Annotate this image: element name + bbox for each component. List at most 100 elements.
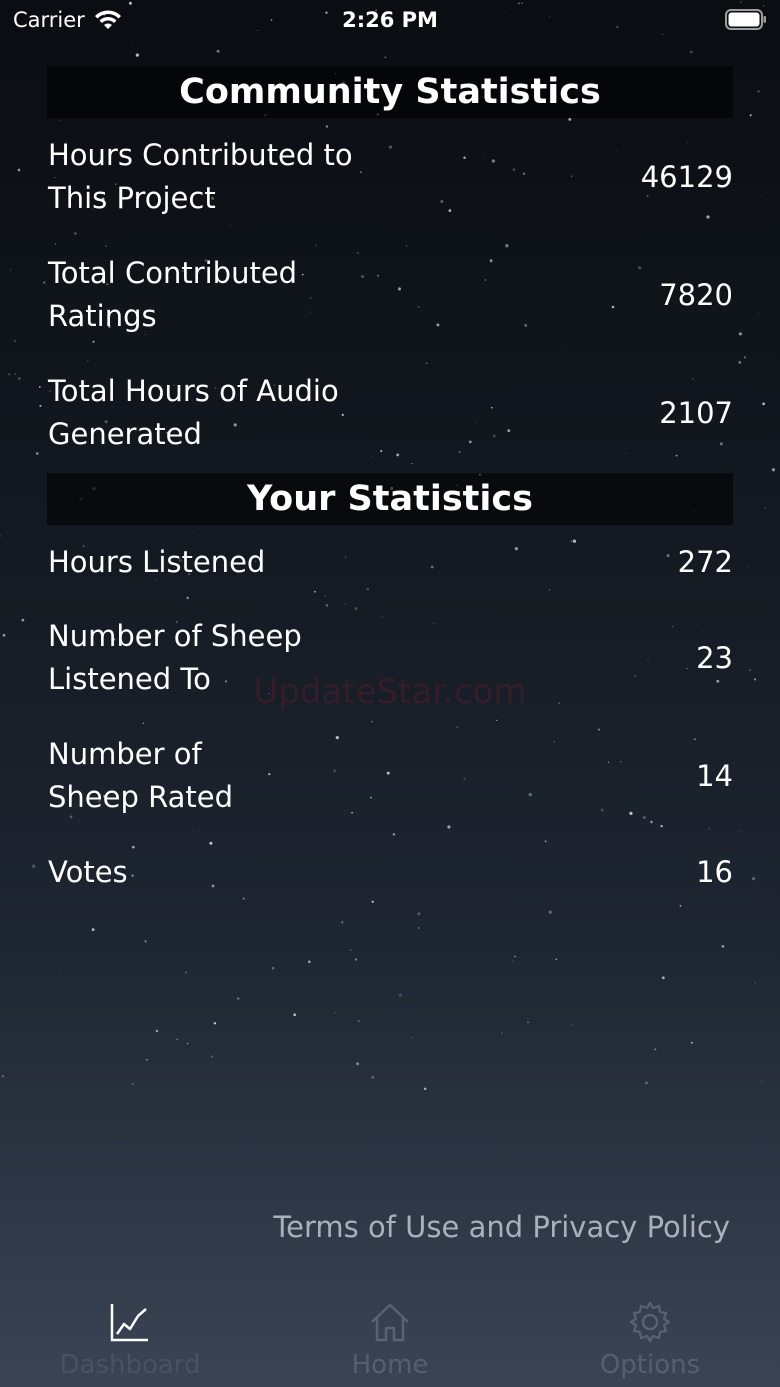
star: [38, 386, 41, 388]
star: [105, 245, 108, 248]
tab-label: Home: [351, 1350, 429, 1380]
star: [230, 225, 231, 227]
tab-home[interactable]: Home: [260, 1290, 520, 1387]
stat-label: Hours Contributed to This Project: [48, 138, 353, 215]
stat-value: 14: [696, 758, 733, 793]
star: [2, 633, 6, 637]
star: [514, 955, 516, 958]
stat-value: 272: [677, 544, 733, 579]
star: [73, 232, 77, 235]
star: [7, 372, 11, 376]
stat-label: Votes: [48, 854, 128, 889]
tab-label: Dashboard: [59, 1350, 201, 1380]
star: [9, 269, 12, 271]
star: [371, 1075, 375, 1079]
your-statistics-header: Your Statistics: [47, 473, 733, 525]
star: [456, 725, 459, 729]
star: [293, 1013, 297, 1017]
star: [216, 49, 220, 53]
tab-dashboard[interactable]: Dashboard: [0, 1290, 260, 1387]
star: [14, 373, 16, 375]
star: [0, 534, 2, 537]
stat-value: 2107: [659, 395, 733, 430]
star: [496, 719, 498, 722]
star: [334, 1012, 336, 1014]
star: [426, 362, 428, 364]
star: [749, 114, 752, 117]
star: [186, 1042, 189, 1045]
star: [91, 928, 95, 932]
star: [548, 589, 551, 591]
star: [757, 89, 760, 93]
star: [211, 1055, 214, 1058]
star: [186, 596, 189, 600]
star: [237, 997, 240, 1000]
star: [54, 243, 57, 245]
star: [512, 960, 514, 963]
star: [324, 595, 326, 597]
star: [229, 1097, 231, 1099]
star: [354, 958, 358, 961]
star: [564, 351, 566, 353]
stat-row-hours-listened: Hours Listened 272: [48, 540, 733, 584]
star: [35, 452, 39, 455]
star: [759, 194, 761, 197]
star: [744, 356, 746, 359]
star: [749, 669, 751, 671]
star: [371, 900, 374, 903]
tab-options[interactable]: Options: [520, 1290, 780, 1387]
star: [771, 468, 776, 472]
star: [597, 728, 600, 731]
star: [708, 828, 710, 830]
star: [751, 876, 756, 881]
star: [661, 976, 665, 980]
star: [142, 722, 145, 724]
star: [21, 618, 25, 622]
star: [660, 824, 663, 828]
star: [754, 982, 756, 984]
star: [341, 921, 344, 924]
star: [325, 125, 329, 128]
stat-row-audio-generated: Total Hours of Audio Generated 2107: [48, 370, 733, 456]
star: [370, 720, 373, 723]
tab-bar: Dashboard Home Options: [0, 1290, 780, 1387]
star: [58, 119, 61, 122]
star: [17, 168, 21, 172]
star: [356, 1062, 360, 1066]
star: [757, 313, 760, 315]
terms-privacy-link[interactable]: Terms of Use and Privacy Policy: [273, 1210, 730, 1244]
stat-value: 7820: [659, 277, 733, 312]
star: [501, 1032, 503, 1034]
watermark: UpdateStar.com: [253, 672, 527, 712]
chart-line-icon: [110, 1304, 148, 1342]
star: [242, 897, 245, 900]
star: [645, 1081, 648, 1085]
star: [357, 1019, 360, 1023]
star: [366, 587, 369, 591]
stat-label: Hours Listened: [48, 544, 266, 579]
star: [761, 1081, 763, 1083]
star: [690, 1041, 693, 1044]
star: [1, 1075, 5, 1078]
star: [131, 1083, 134, 1086]
star: [18, 377, 21, 380]
gear-icon: [629, 1301, 671, 1343]
star: [92, 340, 95, 343]
star: [654, 1048, 657, 1051]
star: [392, 833, 396, 836]
stat-value: 46129: [640, 159, 733, 194]
star: [131, 40, 133, 42]
star: [417, 927, 420, 929]
stat-row-total-ratings: Total Contributed Ratings 7820: [48, 252, 733, 338]
star: [650, 820, 653, 824]
star: [505, 244, 509, 248]
star: [314, 244, 317, 247]
stat-row-hours-contributed: Hours Contributed to This Project 46129: [48, 134, 733, 220]
star: [59, 968, 61, 970]
star: [307, 960, 311, 964]
star: [345, 603, 347, 605]
clock: 2:26 PM: [342, 8, 438, 32]
star: [146, 1059, 148, 1061]
star: [213, 1022, 217, 1025]
star: [354, 607, 358, 611]
